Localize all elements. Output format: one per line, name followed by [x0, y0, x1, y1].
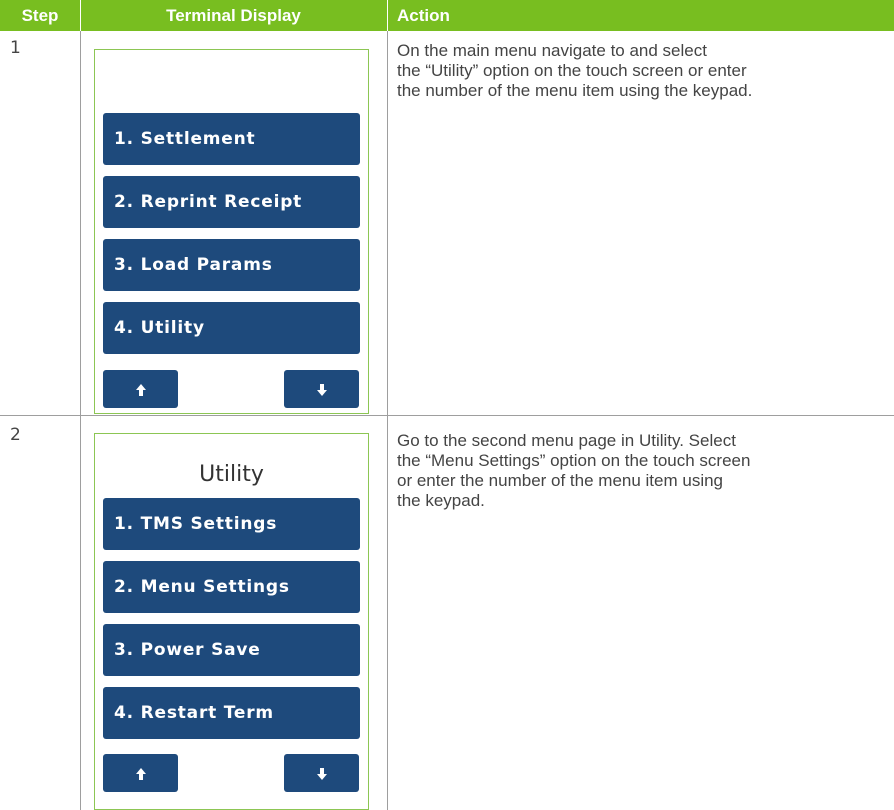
- header-divider: [80, 0, 81, 31]
- scroll-down-button[interactable]: [284, 370, 359, 408]
- arrow-down-icon: [316, 383, 327, 396]
- header-step: Step: [0, 0, 80, 31]
- menu-item-power-save[interactable]: 3. Power Save: [103, 624, 360, 676]
- menu-item-utility[interactable]: 4. Utility: [103, 302, 360, 354]
- menu-item-reprint-receipt[interactable]: 2. Reprint Receipt: [103, 176, 360, 228]
- menu-item-tms-settings[interactable]: 1. TMS Settings: [103, 498, 360, 550]
- action-line: the “Menu Settings” option on the touch …: [397, 451, 751, 470]
- terminal-screen: Utility 1. TMS Settings 2. Menu Settings…: [94, 433, 369, 810]
- scroll-up-button[interactable]: [103, 754, 178, 792]
- action-line: the number of the menu item using the ke…: [397, 81, 753, 100]
- menu-item-settlement[interactable]: 1. Settlement: [103, 113, 360, 165]
- step-number: 2: [10, 425, 21, 445]
- row-divider: [0, 415, 894, 416]
- arrow-up-icon: [135, 383, 146, 396]
- scroll-up-button[interactable]: [103, 370, 178, 408]
- menu-item-menu-settings[interactable]: 2. Menu Settings: [103, 561, 360, 613]
- action-line: the “Utility” option on the touch screen…: [397, 61, 747, 80]
- arrow-down-icon: [316, 767, 327, 780]
- column-divider: [80, 31, 81, 810]
- action-line: or enter the number of the menu item usi…: [397, 471, 724, 490]
- terminal-screen: 1. Settlement 2. Reprint Receipt 3. Load…: [94, 49, 369, 414]
- action-line: Go to the second menu page in Utility. S…: [397, 431, 736, 450]
- screen-title: Utility: [199, 462, 264, 487]
- menu-item-load-params[interactable]: 3. Load Params: [103, 239, 360, 291]
- action-line: the keypad.: [397, 491, 485, 510]
- arrow-up-icon: [135, 767, 146, 780]
- header-action: Action: [387, 0, 894, 31]
- action-line: On the main menu navigate to and select: [397, 41, 707, 60]
- scroll-down-button[interactable]: [284, 754, 359, 792]
- step-number: 1: [10, 38, 21, 58]
- header-divider: [387, 0, 388, 31]
- action-description: Go to the second menu page in Utility. S…: [397, 431, 882, 511]
- column-divider: [387, 31, 388, 810]
- header-terminal-display: Terminal Display: [80, 0, 387, 31]
- action-description: On the main menu navigate to and select …: [397, 41, 882, 101]
- menu-item-restart-term[interactable]: 4. Restart Term: [103, 687, 360, 739]
- instruction-table: Step Terminal Display Action 1 1. Settle…: [0, 0, 894, 810]
